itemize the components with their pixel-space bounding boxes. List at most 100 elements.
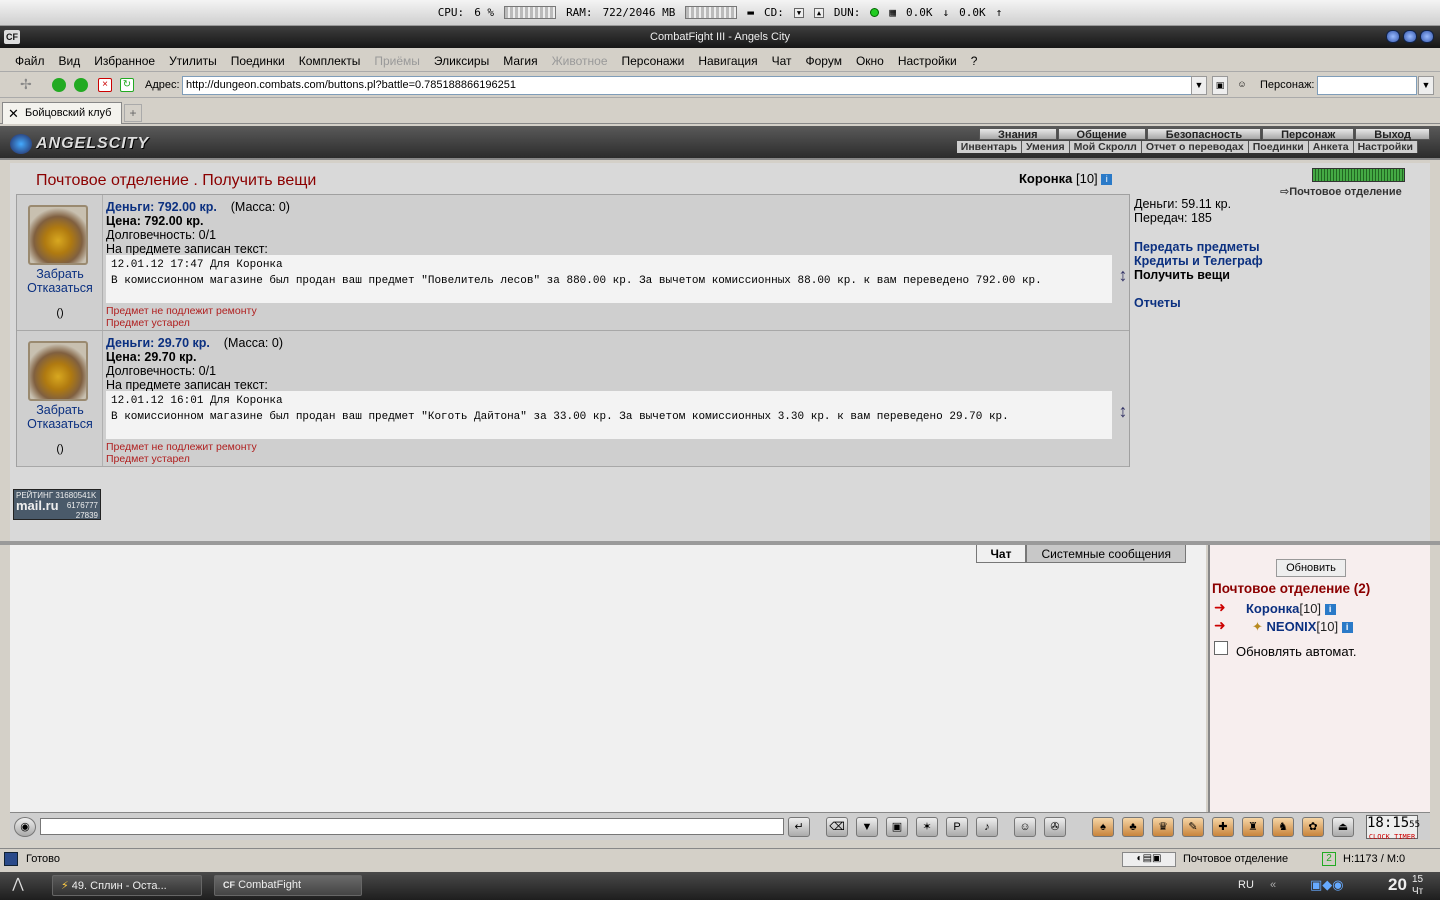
menu-sets[interactable]: Комплекты bbox=[296, 54, 364, 68]
smiles-button[interactable]: ☺ bbox=[1014, 817, 1036, 837]
exit-chat-button[interactable]: ⏏ bbox=[1332, 817, 1354, 837]
refuse-link[interactable]: Отказаться bbox=[17, 417, 103, 431]
reports-link[interactable]: Отчеты bbox=[1134, 296, 1263, 310]
refuse-link[interactable]: Отказаться bbox=[17, 281, 103, 295]
info-icon[interactable]: i bbox=[1324, 604, 1336, 616]
subnav-profile[interactable]: Анкета bbox=[1308, 141, 1354, 153]
new-tab-button[interactable]: + bbox=[124, 104, 142, 122]
menu-settings[interactable]: Настройки bbox=[895, 54, 960, 68]
action-button-2[interactable]: ♣ bbox=[1122, 817, 1144, 837]
maximize-button[interactable] bbox=[1403, 30, 1417, 43]
subnav-duels[interactable]: Поединки bbox=[1248, 141, 1309, 153]
network-icon[interactable]: ▦ bbox=[889, 6, 896, 19]
cd-close-icon[interactable]: ▲ bbox=[813, 7, 824, 18]
item-money[interactable]: Деньги: 792.00 кр. bbox=[106, 200, 217, 214]
action-button-3[interactable]: ♛ bbox=[1152, 817, 1174, 837]
character-name-text[interactable]: Коронка bbox=[1019, 171, 1072, 186]
persons-dropdown-button[interactable]: ▼ bbox=[1418, 76, 1434, 95]
tab-chat[interactable]: Чат bbox=[975, 545, 1027, 563]
tray-expand-icon[interactable]: « bbox=[1270, 879, 1276, 891]
nav-exit[interactable]: Выход bbox=[1355, 128, 1430, 141]
menu-navigation[interactable]: Навигация bbox=[695, 54, 760, 68]
cd-eject-icon[interactable]: ▼ bbox=[793, 7, 804, 18]
nav-character[interactable]: Персонаж bbox=[1262, 128, 1355, 141]
action-button-8[interactable]: ✿ bbox=[1302, 817, 1324, 837]
view-mode-icons[interactable]: ◐▤▣ bbox=[1122, 852, 1176, 867]
chat-mode-button[interactable]: ◉ bbox=[14, 817, 36, 837]
close-button[interactable] bbox=[1420, 30, 1434, 43]
clear-button[interactable]: ⌫ bbox=[826, 817, 848, 837]
minimize-button[interactable] bbox=[1386, 30, 1400, 43]
menu-chat[interactable]: Чат bbox=[769, 54, 795, 68]
pin-icon[interactable]: ✢ bbox=[20, 77, 34, 92]
nav-communication[interactable]: Общение bbox=[1057, 128, 1146, 141]
menu-forum[interactable]: Форум bbox=[803, 54, 845, 68]
action-button-6[interactable]: ♜ bbox=[1242, 817, 1264, 837]
subnav-transfer-report[interactable]: Отчет о переводах bbox=[1141, 141, 1249, 153]
action-button-1[interactable]: ♠ bbox=[1092, 817, 1114, 837]
users-icon[interactable]: ☺ bbox=[1234, 76, 1250, 95]
menu-elixirs[interactable]: Эликсиры bbox=[431, 54, 492, 68]
fight-button[interactable]: ✶ bbox=[916, 817, 938, 837]
menu-window[interactable]: Окно bbox=[853, 54, 887, 68]
disk-icon[interactable]: ▬ bbox=[747, 6, 754, 19]
mailru-rating-counter[interactable]: РЕЙТИНГ 31680541K mail.ru 6176777 27839 bbox=[13, 489, 101, 520]
tab-system-messages[interactable]: Системные сообщения bbox=[1026, 545, 1186, 563]
subnav-settings[interactable]: Настройки bbox=[1353, 141, 1418, 153]
menu-characters[interactable]: Персонажи bbox=[619, 54, 688, 68]
menu-help[interactable]: ? bbox=[968, 54, 981, 68]
scroll-arrows-icon[interactable]: ↕ bbox=[1117, 255, 1129, 295]
private-message-icon[interactable]: ➜ bbox=[1214, 617, 1234, 633]
auto-refresh-checkbox[interactable] bbox=[1214, 641, 1228, 655]
action-button-7[interactable]: ♞ bbox=[1272, 817, 1294, 837]
app-logo-icon[interactable]: CF bbox=[4, 30, 20, 44]
go-button[interactable]: ▣ bbox=[1212, 76, 1228, 95]
item-money[interactable]: Деньги: 29.70 кр. bbox=[106, 336, 210, 350]
user-name[interactable]: NEONIX bbox=[1267, 619, 1317, 634]
filter-button[interactable]: ▼ bbox=[856, 817, 878, 837]
language-indicator[interactable]: RU bbox=[1238, 879, 1254, 891]
tray-network-icon[interactable]: ▣◆◉ bbox=[1310, 877, 1344, 893]
credits-telegraph-link[interactable]: Кредиты и Телеграф bbox=[1134, 254, 1263, 268]
take-link[interactable]: Забрать bbox=[17, 403, 103, 417]
location-link[interactable]: ⇨Почтовое отделение bbox=[1280, 185, 1402, 198]
scroll-arrows-icon[interactable]: ↕ bbox=[1117, 391, 1129, 431]
subnav-my-scroll[interactable]: Мой Скролл bbox=[1069, 141, 1142, 153]
nav-knowledge[interactable]: Знания bbox=[979, 128, 1057, 141]
menu-favorites[interactable]: Избранное bbox=[91, 54, 158, 68]
back-button[interactable] bbox=[52, 78, 66, 92]
send-button[interactable]: ↵ bbox=[788, 817, 810, 837]
action-button-4[interactable]: ✎ bbox=[1182, 817, 1204, 837]
menu-duels[interactable]: Поединки bbox=[228, 54, 288, 68]
send-items-link[interactable]: Передать предметы bbox=[1134, 240, 1263, 254]
subnav-skills[interactable]: Умения bbox=[1022, 141, 1070, 153]
emotes-button[interactable]: ✇ bbox=[1044, 817, 1066, 837]
action-button-5[interactable]: ✚ bbox=[1212, 817, 1234, 837]
save-button[interactable]: ▣ bbox=[886, 817, 908, 837]
private-message-icon[interactable]: ➜ bbox=[1214, 599, 1234, 615]
task-music-player[interactable]: ⚡ 49. Сплин - Оста... bbox=[52, 875, 202, 896]
menu-view[interactable]: Вид bbox=[56, 54, 84, 68]
tab-fight-club[interactable]: ✕ Бойцовский клуб bbox=[2, 102, 122, 124]
info-icon[interactable]: i bbox=[1101, 174, 1113, 186]
persons-select[interactable] bbox=[1317, 76, 1417, 95]
take-link[interactable]: Забрать bbox=[17, 267, 103, 281]
reload-icon[interactable]: 2 bbox=[1322, 852, 1336, 866]
refresh-button[interactable]: ↻ bbox=[120, 78, 134, 92]
address-dropdown-button[interactable]: ▼ bbox=[1191, 76, 1207, 95]
menu-magic[interactable]: Магия bbox=[500, 54, 540, 68]
subnav-inventory[interactable]: Инвентарь bbox=[956, 141, 1023, 153]
online-user[interactable]: Коронка[10] i bbox=[1246, 601, 1336, 616]
menu-utilities[interactable]: Утилиты bbox=[166, 54, 220, 68]
user-name[interactable]: Коронка bbox=[1246, 601, 1299, 616]
address-input[interactable]: http://dungeon.combats.com/buttons.pl?ba… bbox=[182, 76, 1192, 95]
info-icon[interactable]: i bbox=[1341, 622, 1353, 634]
start-button[interactable]: ⋀ bbox=[4, 875, 32, 897]
refresh-button[interactable]: Обновить bbox=[1276, 559, 1346, 577]
stop-button[interactable]: × bbox=[98, 78, 112, 92]
nav-security[interactable]: Безопасность bbox=[1146, 128, 1262, 141]
task-combatfight[interactable]: CF CombatFight bbox=[214, 875, 362, 896]
sound-button[interactable]: ♪ bbox=[976, 817, 998, 837]
menu-file[interactable]: Файл bbox=[12, 54, 48, 68]
chat-input[interactable] bbox=[40, 818, 784, 835]
